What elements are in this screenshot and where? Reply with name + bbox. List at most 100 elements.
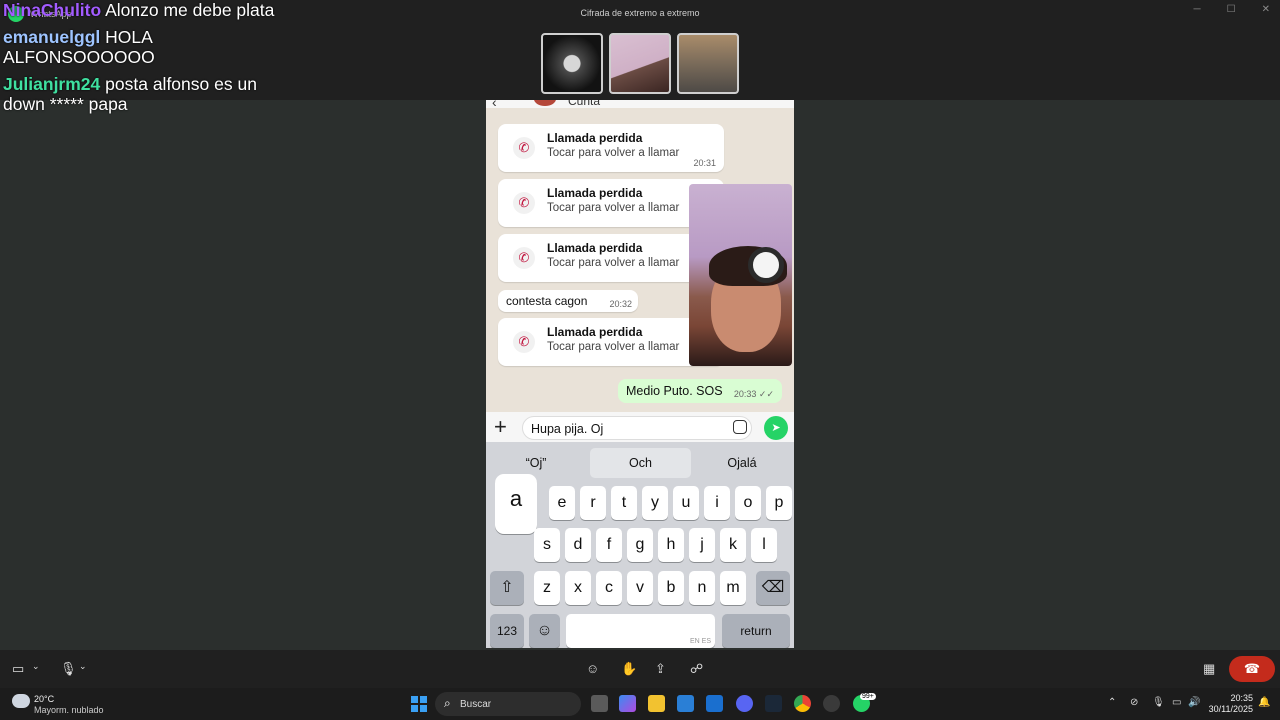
stream-chat-overlay: NinaChulito Alonzo me debe plata emanuel… [3, 0, 293, 121]
share-screen-icon[interactable]: ⇪ [655, 661, 666, 677]
missed-call-title: Llamada perdida [547, 241, 643, 255]
key-u[interactable]: u [673, 486, 699, 520]
obs-icon[interactable] [823, 695, 840, 712]
copilot-icon[interactable] [619, 695, 636, 712]
key-d[interactable]: d [565, 528, 591, 562]
key-g[interactable]: g [627, 528, 653, 562]
key-v[interactable]: v [627, 571, 653, 605]
back-arrow-icon[interactable]: ‹ [492, 100, 497, 110]
tray-mic-icon[interactable]: 🎙 [1152, 697, 1165, 708]
outgoing-message[interactable]: Medio Puto. SOS 20:33 ✓✓ [618, 379, 782, 403]
key-o[interactable]: o [735, 486, 761, 520]
maximize-button[interactable]: ☐ [1227, 4, 1236, 15]
key-t[interactable]: t [611, 486, 637, 520]
key-r[interactable]: r [580, 486, 606, 520]
key-p[interactable]: p [766, 486, 792, 520]
raise-hand-icon[interactable]: ✋ [621, 661, 637, 677]
incoming-message[interactable]: contesta cagon 20:32 [498, 290, 638, 312]
minimize-button[interactable]: ─ [1194, 4, 1201, 15]
task-view-icon[interactable] [591, 695, 608, 712]
missed-call-bubble[interactable]: ✆ Llamada perdida Tocar para volver a ll… [498, 124, 724, 172]
key-e[interactable]: e [549, 486, 575, 520]
layout-grid-icon[interactable]: ▦ [1203, 661, 1215, 677]
key-z[interactable]: z [534, 571, 560, 605]
missed-call-title: Llamada perdida [547, 325, 643, 339]
chat-message: Julianjrm24 posta alfonso es un down ***… [3, 74, 293, 114]
missed-call-icon: ✆ [513, 247, 535, 269]
participant-tile-1[interactable] [541, 33, 603, 94]
key-n[interactable]: n [689, 571, 715, 605]
window-controls: ─ ☐ ✕ [1194, 4, 1270, 15]
plus-icon[interactable]: + [494, 414, 507, 440]
on-screen-keyboard: “Oj” Och Ojalá e r t y u i o p a s d f g… [486, 442, 794, 648]
key-x[interactable]: x [565, 571, 591, 605]
tray-chevron-icon[interactable]: ⌃ [1108, 697, 1116, 708]
key-y[interactable]: y [642, 486, 668, 520]
key-f[interactable]: f [596, 528, 622, 562]
chrome-icon[interactable] [794, 695, 811, 712]
emoji-reaction-icon[interactable]: ☺ [586, 661, 599, 676]
missed-call-icon: ✆ [513, 137, 535, 159]
microsoft-store-icon[interactable] [677, 695, 694, 712]
backspace-key-icon[interactable]: ⌫ [756, 571, 790, 605]
windows-start-icon[interactable] [411, 696, 427, 712]
tray-wifi-icon[interactable]: ▭ [1172, 697, 1181, 708]
system-clock[interactable]: 20:35 30/11/2025 [1205, 693, 1253, 715]
numbers-key[interactable]: 123 [490, 614, 524, 648]
return-key[interactable]: return [722, 614, 790, 648]
missed-call-title: Llamada perdida [547, 131, 643, 145]
key-s[interactable]: s [534, 528, 560, 562]
send-button[interactable]: ➤ [764, 416, 788, 440]
key-c[interactable]: c [596, 571, 622, 605]
sticker-icon[interactable] [733, 420, 747, 434]
key-b[interactable]: b [658, 571, 684, 605]
outlook-icon[interactable] [706, 695, 723, 712]
end-call-button[interactable]: ☎ [1229, 656, 1275, 682]
message-input[interactable]: Hupa pija. Oj [522, 416, 752, 440]
taskbar-search[interactable]: ⌕ Buscar [435, 692, 581, 716]
camera-options-chevron-icon[interactable]: ⌄ [32, 661, 40, 672]
record-button-icon[interactable] [748, 247, 784, 283]
steam-icon[interactable] [765, 695, 782, 712]
contact-name[interactable]: Cunta [568, 100, 600, 108]
chat-username: emanuelggl [3, 27, 101, 47]
microphone-icon[interactable]: 🎙 [60, 661, 77, 677]
contact-avatar[interactable] [534, 100, 556, 106]
add-participant-icon[interactable]: ☍ [690, 661, 703, 677]
key-j[interactable]: j [689, 528, 715, 562]
key-i[interactable]: i [704, 486, 730, 520]
chat-message: NinaChulito Alonzo me debe plata [3, 0, 293, 20]
suggestion-bar: “Oj” Och Ojalá [486, 448, 794, 478]
key-l[interactable]: l [751, 528, 777, 562]
camera-icon[interactable]: ▭ [12, 661, 24, 677]
temperature: 20°C [34, 694, 55, 704]
discord-icon[interactable] [736, 695, 753, 712]
participant-tile-2[interactable] [609, 33, 671, 94]
tray-network-off-icon[interactable]: ⊘ [1130, 697, 1138, 708]
suggestion-3[interactable]: Ojalá [702, 448, 782, 478]
self-camera-preview[interactable] [689, 184, 792, 366]
missed-call-subtitle: Tocar para volver a llamar [547, 257, 680, 269]
keyboard-language-label: EN ES [689, 638, 711, 645]
key-h[interactable]: h [658, 528, 684, 562]
key-k[interactable]: k [720, 528, 746, 562]
participant-tile-3[interactable] [677, 33, 739, 94]
close-button[interactable]: ✕ [1262, 4, 1270, 15]
message-time: 20:31 [693, 158, 716, 168]
shift-key-icon[interactable]: ⇧ [490, 571, 524, 605]
key-m[interactable]: m [720, 571, 746, 605]
tray-volume-icon[interactable]: 🔊 [1188, 697, 1200, 708]
windows-taskbar: 20°C Mayorm. nublado ⌕ Buscar 99+ ⌃ ⊘ 🎙 … [0, 688, 1280, 720]
compose-bar: + Hupa pija. Oj ➤ [486, 412, 794, 442]
file-explorer-icon[interactable] [648, 695, 665, 712]
emoji-key-icon[interactable]: ☺ [529, 614, 560, 648]
mic-options-chevron-icon[interactable]: ⌄ [79, 661, 87, 672]
suggestion-2[interactable]: Och [590, 448, 691, 478]
chat-message: emanuelggl HOLA ALFONSOOOOOO [3, 27, 293, 67]
missed-call-subtitle: Tocar para volver a llamar [547, 341, 680, 353]
missed-call-subtitle: Tocar para volver a llamar [547, 147, 680, 159]
message-text: contesta cagon [506, 294, 588, 308]
notifications-icon[interactable]: 🔔 [1258, 697, 1270, 708]
key-a-popup[interactable]: a [495, 474, 537, 534]
space-key[interactable]: EN ES [566, 614, 715, 648]
